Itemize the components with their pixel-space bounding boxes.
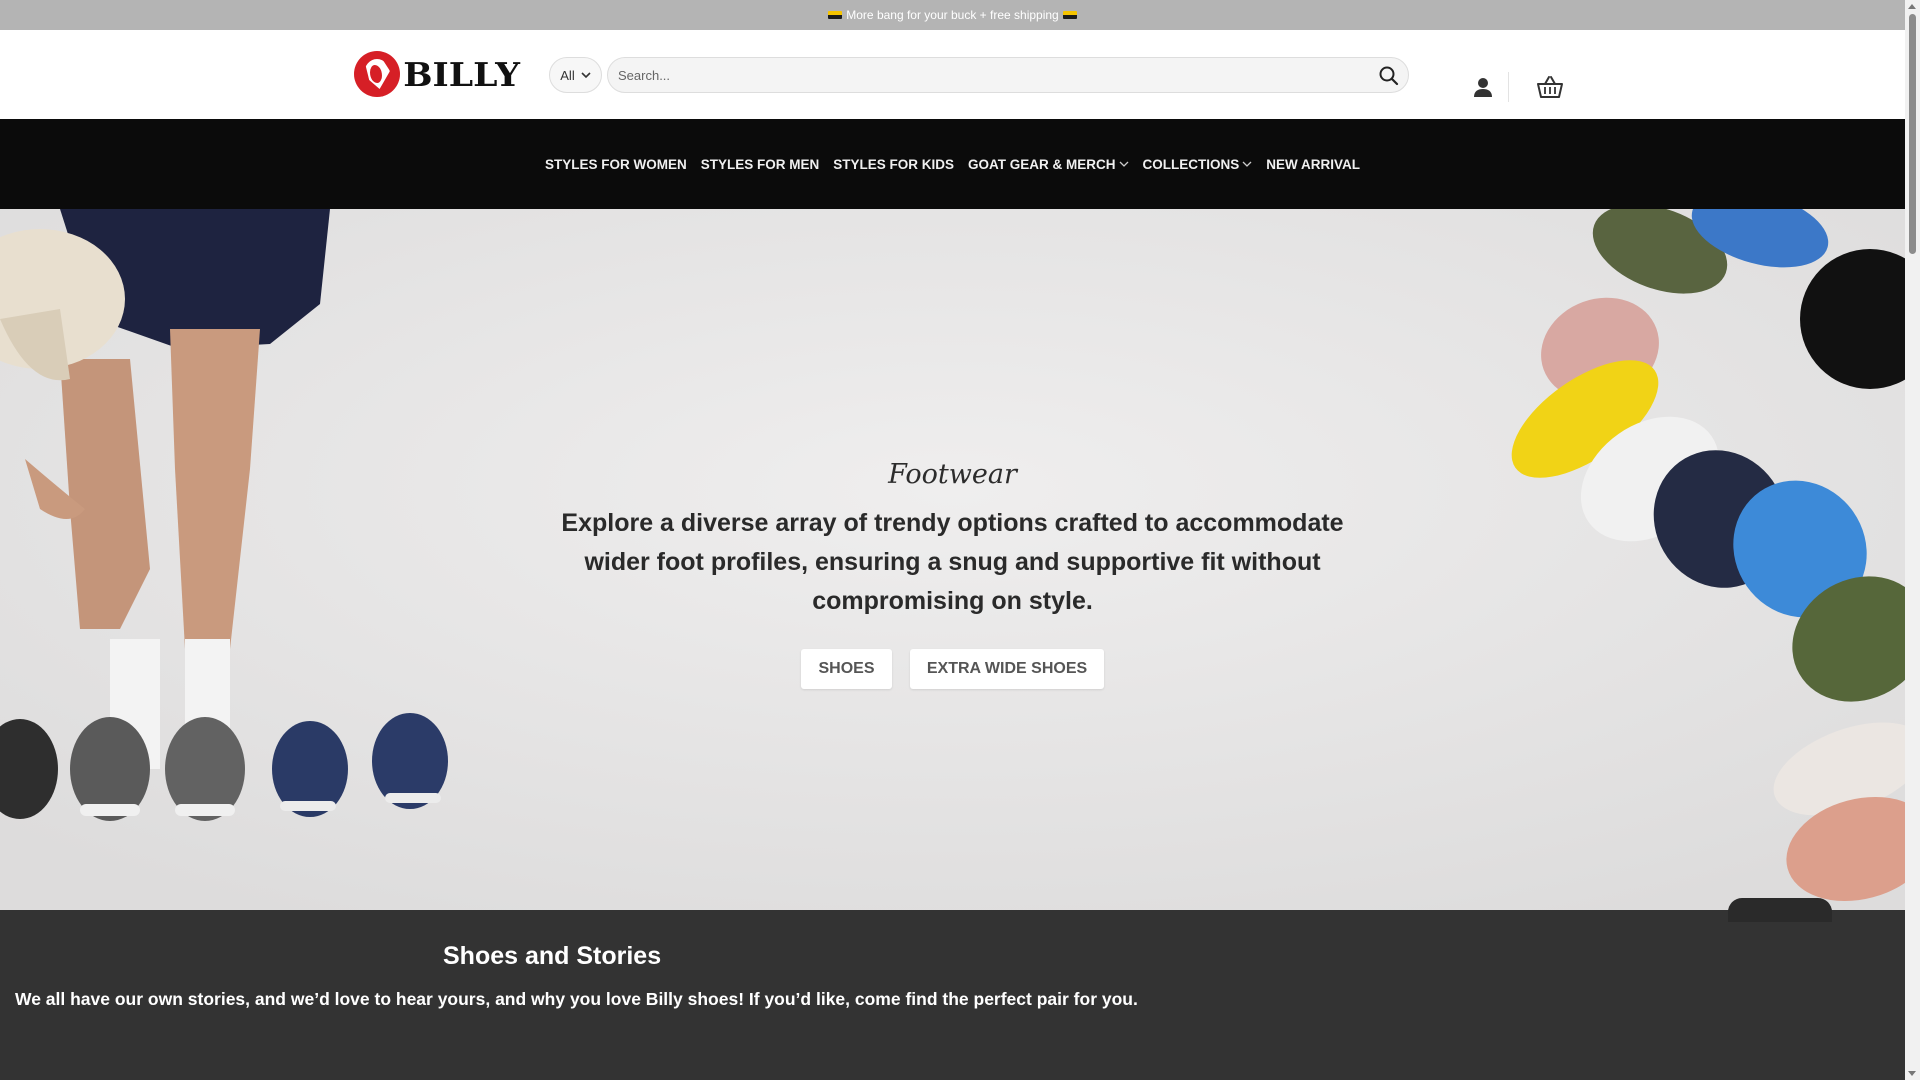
- extra-wide-shoes-button[interactable]: EXTRA WIDE SHOES: [910, 649, 1104, 689]
- nav-item-label: NEW ARRIVAL: [1266, 156, 1361, 172]
- search-input[interactable]: [608, 58, 1408, 92]
- nav-item-kids[interactable]: STYLES FOR KIDS: [833, 157, 954, 172]
- nav-item-label: GOAT GEAR & MERCH: [968, 156, 1116, 172]
- promo-bar: More bang for your buck + free shipping: [0, 0, 1905, 30]
- category-select-value: All: [560, 67, 575, 83]
- chevron-down-icon: [581, 71, 591, 78]
- promo-text: More bang for your buck + free shipping: [846, 8, 1059, 22]
- user-icon[interactable]: [1470, 74, 1496, 100]
- nav-item-men[interactable]: STYLES FOR MEN: [701, 157, 820, 172]
- stories-title: Shoes and Stories: [443, 942, 662, 970]
- stories-section: Shoes and Stories We all have our own st…: [0, 898, 1905, 1080]
- main-nav: STYLES FOR WOMEN STYLES FOR MEN STYLES F…: [0, 119, 1905, 209]
- scrollbar-thumb[interactable]: [1909, 14, 1916, 254]
- nav-item-label: STYLES FOR WOMEN: [544, 156, 687, 172]
- divider: [1508, 72, 1509, 102]
- scroll-down-arrow-icon[interactable]: [1908, 1071, 1916, 1076]
- scroll-up-arrow-icon[interactable]: [1908, 4, 1916, 9]
- nav-item-label: COLLECTIONS: [1142, 156, 1240, 172]
- page: More bang for your buck + free shipping …: [0, 0, 1905, 1080]
- nav-item-new-arrival[interactable]: NEW ARRIVAL: [1266, 157, 1360, 172]
- flag-icon: [1062, 11, 1077, 19]
- search-bar: All: [549, 57, 1409, 93]
- nav-item-label: STYLES FOR KIDS: [833, 156, 955, 172]
- hero-content: Footwear Explore a diverse array of tren…: [0, 459, 1905, 689]
- category-select[interactable]: All: [549, 57, 602, 93]
- search-field: [607, 57, 1409, 93]
- hero-eyebrow: Footwear: [888, 459, 1017, 490]
- hero-buttons: SHOES EXTRA WIDE SHOES: [0, 649, 1905, 689]
- goat-logo-icon: [354, 51, 400, 97]
- chat-widget[interactable]: [1728, 898, 1832, 922]
- chevron-down-icon: [1119, 161, 1128, 167]
- nav-item-label: STYLES FOR MEN: [700, 156, 820, 172]
- basket-icon[interactable]: [1536, 74, 1564, 100]
- nav-item-women[interactable]: STYLES FOR WOMEN: [545, 157, 687, 172]
- stories-text: We all have our own stories, and we’d lo…: [15, 989, 1138, 1009]
- hero-banner: Footwear Explore a diverse array of tren…: [0, 209, 1905, 910]
- search-icon[interactable]: [1378, 65, 1400, 87]
- site-header: BILLY All: [0, 30, 1905, 119]
- nav-item-collections[interactable]: COLLECTIONS: [1143, 157, 1253, 172]
- scrollbar[interactable]: [1905, 0, 1920, 1080]
- hero-description: Explore a diverse array of trendy option…: [561, 509, 1344, 615]
- shoes-button[interactable]: SHOES: [801, 649, 892, 689]
- flag-icon: [828, 11, 843, 19]
- nav-item-goat-gear[interactable]: GOAT GEAR & MERCH: [968, 157, 1129, 172]
- logo-text: BILLY: [403, 54, 520, 94]
- chevron-down-icon: [1242, 161, 1252, 167]
- logo[interactable]: BILLY: [354, 51, 520, 97]
